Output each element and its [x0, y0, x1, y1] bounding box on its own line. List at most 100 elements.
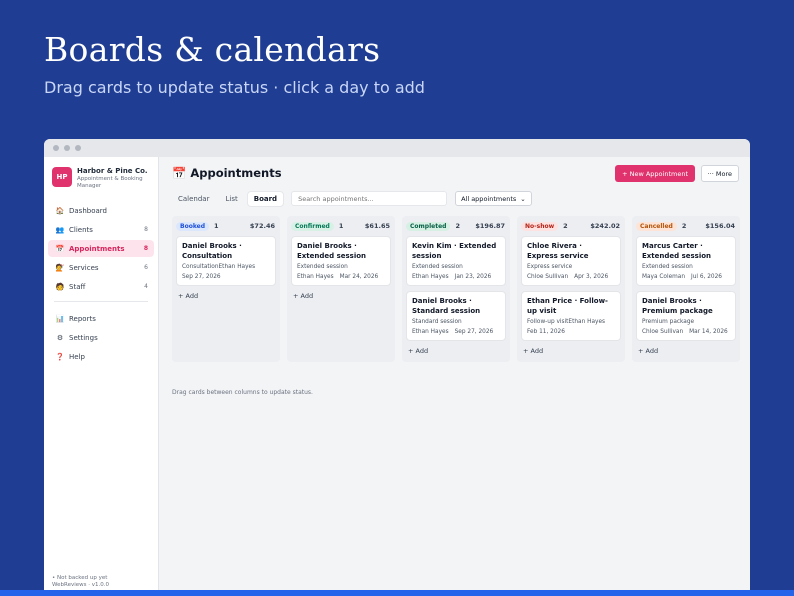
sidebar-divider — [54, 301, 148, 302]
card-title: Marcus Carter · Extended session — [642, 242, 712, 260]
tab-board[interactable]: Board — [247, 191, 284, 206]
page-title: 📅 Appointments — [172, 166, 282, 180]
card-meta-item: Ethan Hayes — [218, 264, 256, 270]
card-meta: Ethan Hayes Sep 27, 2026 — [412, 328, 500, 336]
add-card-button[interactable]: + Add — [636, 346, 736, 356]
card-meta: Ethan Hayes Mar 24, 2026 — [297, 273, 385, 281]
appointment-card[interactable]: Daniel Brooks · Extended session Extended… — [291, 236, 391, 286]
column-count: 1 — [338, 222, 344, 230]
sidebar-item-count: 4 — [144, 283, 148, 290]
card-meta-item: Ethan Hayes — [412, 329, 449, 335]
sidebar-item-services[interactable]: 💇 Services 6 — [48, 259, 154, 276]
chart-icon: 📊 — [55, 314, 65, 323]
status-badge: Completed — [406, 221, 451, 231]
appointment-card[interactable]: Ethan Price · Follow-up visit Follow-up v… — [521, 291, 621, 341]
sidebar-item-count: 6 — [144, 264, 148, 271]
new-appointment-button[interactable]: + New Appointment — [615, 165, 695, 182]
person-icon: 🧑 — [55, 282, 65, 291]
card-service: Extended session — [297, 264, 348, 270]
card-title: Daniel Brooks · Extended session — [297, 242, 367, 260]
card-meta: ConsultationEthan Hayes — [182, 263, 270, 271]
appointment-card[interactable]: Daniel Brooks · Premium package Premium p… — [636, 291, 736, 341]
appointment-card[interactable]: Chloe Rivera · Express service Express se… — [521, 236, 621, 286]
sidebar-item-reports[interactable]: 📊 Reports — [48, 310, 154, 327]
filter-select[interactable]: All appointments ⌄ — [455, 191, 532, 206]
card-title: Chloe Rivera · Express service — [527, 242, 589, 260]
add-card-button[interactable]: + Add — [406, 346, 506, 356]
column-total: $196.87 — [475, 222, 505, 230]
board-column-cancelled: Cancelled 2 $156.04 Marcus Carter · Extende… — [632, 216, 740, 362]
calendar-icon: 📅 — [55, 244, 65, 253]
search-input[interactable] — [291, 191, 448, 206]
sidebar-item-appointments[interactable]: 📅 Appointments 8 — [48, 240, 154, 257]
status-badge: No-show — [521, 221, 559, 231]
bottom-accent-bar — [0, 590, 794, 596]
app-version: WebReviews · v1.0.0 — [52, 582, 109, 588]
kanban-board: Booked 1 $72.46 Daniel Brooks · Consultatio… — [172, 216, 740, 362]
card-meta: Follow-up visitEthan Hayes — [527, 318, 615, 326]
card-meta-item: Mar 24, 2026 — [339, 274, 379, 280]
card-service: Premium package — [642, 319, 695, 325]
column-header: No-show 2 $242.02 — [521, 220, 621, 232]
card-service: Extended session — [642, 264, 693, 270]
column-total: $61.65 — [364, 222, 390, 230]
card-meta: Maya Coleman Jul 6, 2026 — [642, 273, 730, 281]
card-meta-item: Follow-up visit — [527, 319, 569, 325]
sidebar-item-dashboard[interactable]: 🏠 Dashboard — [48, 202, 154, 219]
hero-subtitle: Drag cards to update status · click a da… — [44, 78, 425, 97]
add-card-button[interactable]: + Add — [521, 346, 621, 356]
appointment-card[interactable]: Daniel Brooks · Consultation Consultation… — [176, 236, 276, 286]
brand-logo: HP — [52, 167, 72, 187]
card-service: Standard session — [412, 319, 462, 325]
sidebar-item-staff[interactable]: 🧑 Staff 4 — [48, 278, 154, 295]
sidebar-item-count: 8 — [144, 226, 148, 233]
people-icon: 👥 — [55, 225, 65, 234]
appointment-card[interactable]: Kevin Kim · Extended session Extended ses… — [406, 236, 506, 286]
board-column-booked: Booked 1 $72.46 Daniel Brooks · Consultatio… — [172, 216, 280, 362]
board-column-confirmed: Confirmed 1 $61.65 Daniel Brooks · Extended… — [287, 216, 395, 362]
sidebar-item-help[interactable]: ❓ Help — [48, 348, 154, 365]
tab-calendar[interactable]: Calendar — [172, 192, 215, 206]
card-meta-item: Mar 14, 2026 — [689, 329, 728, 335]
sidebar-item-settings[interactable]: ⚙ Settings — [48, 329, 154, 346]
question-icon: ❓ — [55, 352, 65, 361]
column-count: 1 — [214, 222, 219, 230]
card-meta-item: Maya Coleman — [642, 274, 686, 280]
card-title: Kevin Kim · Extended session — [412, 242, 497, 260]
column-total: $72.46 — [249, 222, 275, 230]
brand-tagline: Appointment & Booking Manager — [77, 176, 143, 189]
chevron-down-icon: ⌄ — [520, 194, 526, 203]
board-column-completed: Completed 2 $196.87 Kevin Kim · Extended se… — [402, 216, 510, 362]
window-dot-minimize[interactable] — [64, 145, 70, 151]
window-dot-maximize[interactable] — [75, 145, 81, 151]
sidebar-item-label: Staff — [69, 282, 86, 291]
sidebar-item-label: Clients — [69, 225, 93, 234]
sidebar-item-label: Help — [69, 352, 85, 361]
add-card-button[interactable]: + Add — [291, 291, 391, 301]
card-date: Sep 27, 2026 — [182, 274, 221, 280]
card-service: Extended session — [412, 264, 463, 270]
column-total: $242.02 — [590, 222, 620, 230]
add-card-button[interactable]: + Add — [176, 291, 276, 301]
tab-list[interactable]: List — [219, 192, 243, 206]
window-titlebar — [44, 139, 750, 157]
appointment-card[interactable]: Daniel Brooks · Standard session Standard… — [406, 291, 506, 341]
sidebar-item-clients[interactable]: 👥 Clients 8 — [48, 221, 154, 238]
sidebar-item-count: 8 — [143, 245, 148, 252]
app-window: HP Harbor & Pine Co. Appointment & Booki… — [44, 139, 750, 591]
column-count: 2 — [681, 222, 687, 230]
column-header: Confirmed 1 $61.65 — [291, 220, 391, 232]
column-total: $156.04 — [705, 222, 735, 230]
view-toolbar: Calendar List Board All appointments ⌄ — [172, 191, 532, 206]
card-title: Daniel Brooks · Premium package — [642, 297, 713, 315]
more-button[interactable]: ··· More — [700, 165, 739, 182]
window-dot-close[interactable] — [53, 145, 59, 151]
sidebar-item-label: Appointments — [69, 244, 125, 253]
card-service: Express service — [527, 264, 573, 270]
card-meta-item: Apr 3, 2026 — [574, 274, 609, 280]
sidebar: HP Harbor & Pine Co. Appointment & Booki… — [44, 157, 159, 591]
sidebar-item-label: Reports — [69, 314, 96, 323]
column-header: Completed 2 $196.87 — [406, 220, 506, 232]
brand-name: Harbor & Pine Co. — [77, 167, 148, 175]
appointment-card[interactable]: Marcus Carter · Extended session Extended… — [636, 236, 736, 286]
